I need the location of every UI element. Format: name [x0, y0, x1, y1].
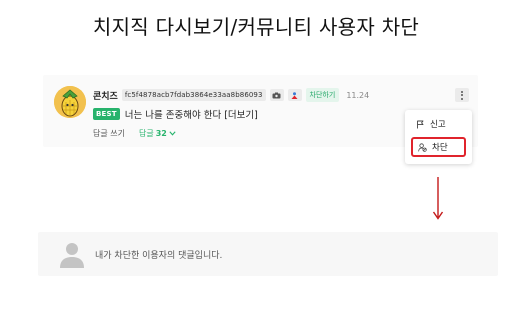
menu-item-block[interactable]: 차단	[411, 137, 466, 157]
comment-text[interactable]: 너는 나를 존중해야 한다 [더보기]	[125, 107, 258, 121]
blocked-comment-card: 내가 차단한 이용자의 댓글입니다.	[38, 232, 498, 276]
page-title: 치지직 다시보기/커뮤니티 사용자 차단	[92, 15, 420, 39]
badge-camera-icon	[269, 89, 284, 101]
block-tag[interactable]: 차단하기	[305, 88, 340, 102]
user-block-icon	[418, 142, 427, 152]
more-dot-icon	[461, 97, 463, 100]
corn-avatar-icon	[54, 86, 86, 118]
more-dot-icon	[461, 94, 463, 96]
nickname[interactable]: 콘치즈	[93, 89, 118, 102]
more-options-button[interactable]	[455, 88, 469, 102]
flag-icon	[416, 120, 425, 129]
comment-body: BEST 너는 나를 존중해야 한다 [더보기]	[93, 107, 258, 121]
comment-meta: 콘치즈 fc5f4878acb7fdab3864e33aa8b86093 차단하…	[93, 88, 369, 102]
menu-item-report[interactable]: 신고	[411, 114, 466, 134]
badge-figure-icon	[287, 89, 302, 101]
avatar[interactable]	[54, 86, 86, 118]
more-dot-icon	[461, 90, 463, 93]
down-arrow-icon	[432, 177, 444, 223]
user-hash: fc5f4878acb7fdab3864e33aa8b86093	[121, 89, 266, 101]
reply-label: 답글	[138, 129, 154, 138]
reply-toggle-button[interactable]: 답글 32	[139, 128, 176, 139]
reply-write-button[interactable]: 답글 쓰기	[93, 128, 125, 139]
blocked-comment-text: 내가 차단한 이용자의 댓글입니다.	[95, 251, 223, 261]
timestamp: 11.24	[346, 90, 370, 100]
reply-count: 32	[155, 129, 167, 138]
menu-item-label: 차단	[432, 143, 448, 153]
best-badge: BEST	[93, 108, 120, 120]
comment-context-menu: 신고 차단	[405, 110, 472, 164]
menu-item-label: 신고	[430, 120, 446, 130]
comment-actions: 답글 쓰기 답글 32	[93, 128, 176, 139]
default-user-icon	[60, 242, 84, 268]
chevron-down-icon	[169, 131, 176, 136]
